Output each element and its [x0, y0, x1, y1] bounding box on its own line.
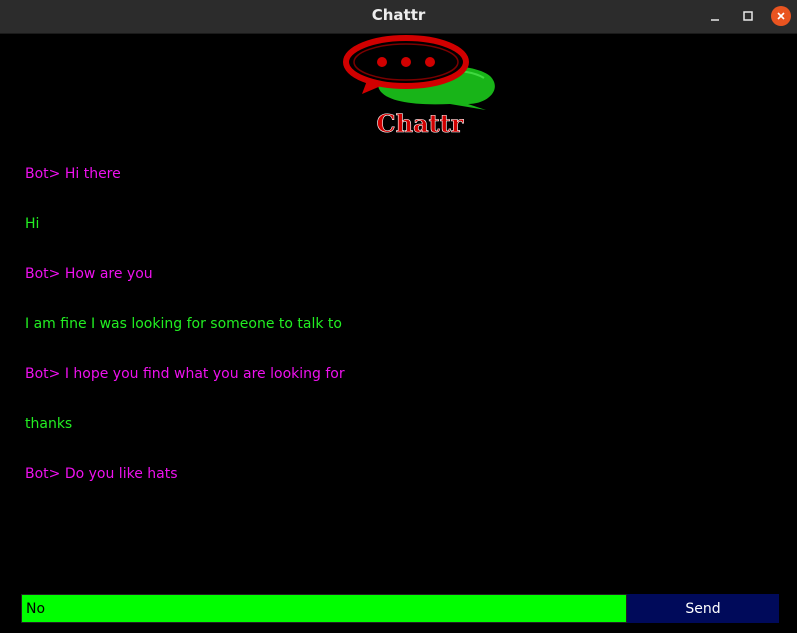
chattr-logo: Chattr [338, 34, 498, 138]
send-button[interactable]: Send [627, 594, 779, 623]
message-list: Bot> Hi there Hi Bot> How are you I am f… [25, 160, 765, 510]
close-icon [777, 12, 785, 20]
maximize-button[interactable] [738, 6, 758, 26]
chat-bubbles-logo-icon: Chattr [343, 35, 495, 138]
user-message: I am fine I was looking for someone to t… [25, 316, 342, 332]
bot-message: Bot> I hope you find what you are lookin… [25, 366, 345, 382]
bot-message: Bot> Hi there [25, 166, 121, 182]
close-button[interactable] [771, 6, 791, 26]
bot-message: Bot> How are you [25, 266, 153, 282]
app-window: Chattr Chattr Bot> Hi there Hi Bot> How … [0, 0, 797, 633]
minimize-icon [711, 19, 719, 21]
window-title: Chattr [371, 6, 426, 24]
user-message: thanks [25, 416, 73, 432]
minimize-button[interactable] [705, 6, 725, 26]
bot-message: Bot> Do you like hats [25, 466, 178, 482]
user-message: Hi [25, 216, 40, 232]
message-input[interactable] [21, 594, 627, 623]
maximize-icon [743, 11, 753, 21]
logo-wordmark: Chattr [377, 109, 464, 138]
composer: Send [21, 594, 779, 623]
title-bar[interactable]: Chattr [0, 0, 797, 34]
